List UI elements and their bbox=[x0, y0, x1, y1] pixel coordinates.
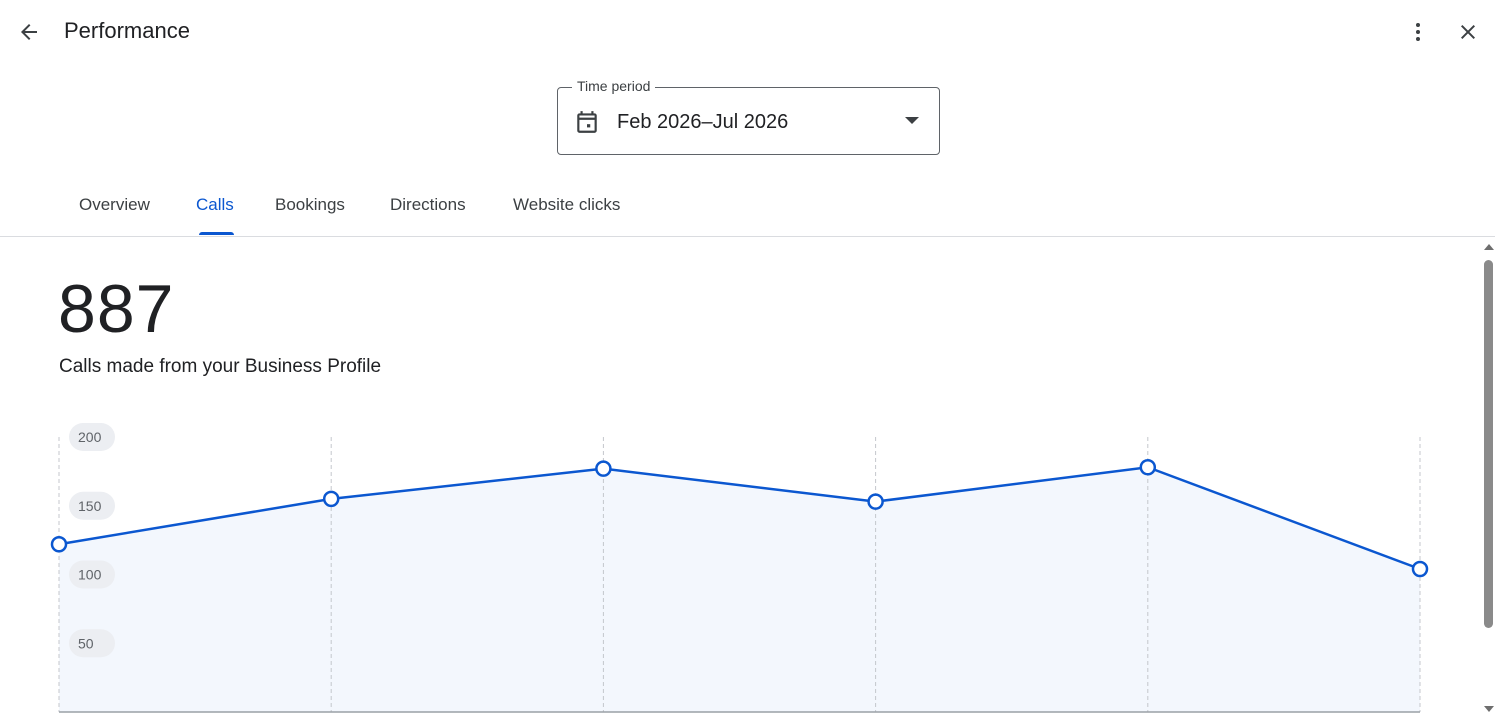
chart-area-fill bbox=[59, 467, 1420, 712]
y-tick-label: 200 bbox=[78, 429, 102, 445]
chart-data-point bbox=[595, 460, 612, 477]
scroll-up-arrow-icon[interactable] bbox=[1484, 244, 1494, 250]
scrollbar-thumb[interactable] bbox=[1484, 260, 1493, 628]
scrollbar[interactable] bbox=[1481, 238, 1495, 721]
y-tick-label: 50 bbox=[78, 635, 94, 651]
y-tick-label: 150 bbox=[78, 498, 102, 514]
chart-data-point bbox=[50, 536, 68, 553]
chart-data-point bbox=[322, 490, 340, 508]
chart-data-point bbox=[1411, 560, 1429, 578]
calls-line-chart: 200 150 100 50 bbox=[50, 423, 1429, 713]
y-tick-label: 100 bbox=[78, 567, 102, 583]
chart-data-point bbox=[867, 493, 884, 510]
scroll-down-arrow-icon[interactable] bbox=[1484, 706, 1494, 712]
chart-data-point bbox=[1139, 459, 1157, 476]
